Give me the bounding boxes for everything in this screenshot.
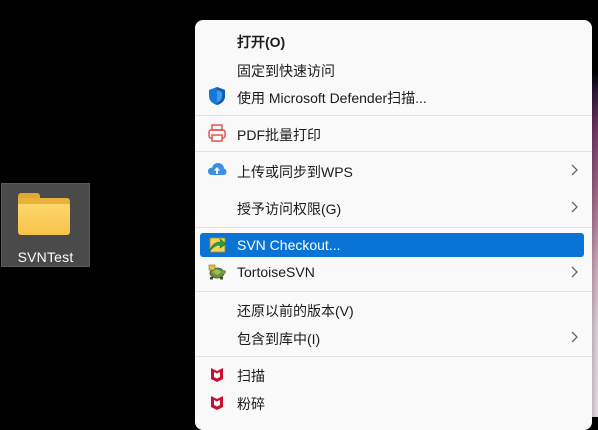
chevron-right-icon [571, 331, 578, 343]
menu-item-label: 授予访问权限(G) [237, 201, 342, 217]
menu-separator [195, 151, 592, 152]
svn-checkout-icon [208, 237, 227, 253]
desktop-folder-svntest[interactable]: SVNTest [1, 183, 90, 267]
menu-item-open[interactable]: 打开(O) [200, 28, 584, 52]
menu-item-shred[interactable]: 粉碎 [200, 390, 584, 414]
menu-item-wps-upload[interactable]: 上传或同步到WPS [200, 158, 584, 182]
menu-item-svn-checkout[interactable]: SVN Checkout... [200, 233, 584, 257]
menu-separator [195, 115, 592, 116]
menu-separator [195, 227, 592, 228]
mcafee-icon [211, 368, 223, 382]
menu-separator [195, 356, 592, 357]
printer-icon [208, 124, 226, 142]
menu-item-label: 粉碎 [237, 396, 265, 412]
menu-item-label: 包含到库中(I) [237, 331, 321, 347]
folder-label: SVNTest [17, 249, 74, 265]
tortoisesvn-icon [208, 264, 226, 280]
chevron-right-icon [571, 266, 578, 278]
menu-item-tortoisesvn[interactable]: TortoiseSVN [200, 260, 584, 284]
menu-item-label: 扫描 [237, 368, 265, 384]
menu-item-scan[interactable]: 扫描 [200, 362, 584, 386]
mcafee-icon [211, 396, 223, 410]
shield-icon [209, 87, 225, 105]
menu-item-restore-previous[interactable]: 还原以前的版本(V) [200, 297, 584, 321]
chevron-right-icon [571, 201, 578, 213]
menu-item-label: 上传或同步到WPS [237, 164, 353, 180]
menu-item-label: 使用 Microsoft Defender扫描... [237, 90, 427, 106]
menu-item-pdf-batch-print[interactable]: PDF批量打印 [200, 121, 584, 145]
menu-item-label: 还原以前的版本(V) [237, 303, 354, 319]
folder-icon [18, 193, 70, 235]
cloud-upload-icon [208, 163, 227, 175]
menu-item-label: 固定到快速访问 [237, 63, 335, 79]
menu-item-include-in-library[interactable]: 包含到库中(I) [200, 325, 584, 349]
menu-item-defender-scan[interactable]: 使用 Microsoft Defender扫描... [200, 84, 584, 108]
chevron-right-icon [571, 164, 578, 176]
context-menu: 打开(O) 固定到快速访问 使用 Microsoft Defender扫描...… [195, 20, 592, 430]
menu-item-grant-access[interactable]: 授予访问权限(G) [200, 195, 584, 219]
menu-item-label: TortoiseSVN [237, 264, 315, 280]
menu-item-label: PDF批量打印 [237, 127, 321, 143]
menu-item-label: SVN Checkout... [237, 237, 341, 253]
menu-separator [195, 291, 592, 292]
menu-item-label: 打开(O) [237, 34, 286, 50]
menu-item-pin-quick-access[interactable]: 固定到快速访问 [200, 57, 584, 81]
